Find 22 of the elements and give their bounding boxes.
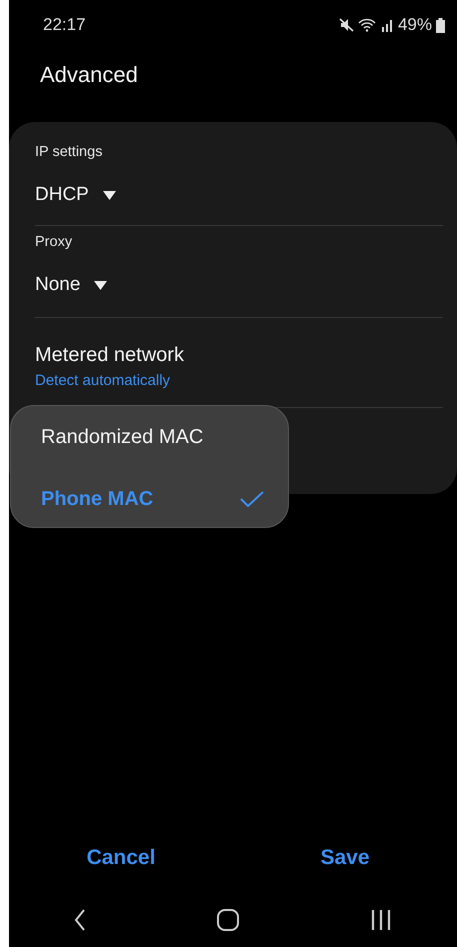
- setting-title[interactable]: Metered network: [35, 340, 184, 370]
- action-button[interactable]: Cancel: [9, 840, 233, 876]
- page-title: Advanced: [40, 62, 138, 87]
- status-time: 22:17: [43, 14, 86, 36]
- action-button[interactable]: Save: [233, 840, 457, 876]
- setting-label: Proxy: [35, 233, 74, 252]
- recents-icon[interactable]: [370, 909, 392, 931]
- mute-icon: [338, 18, 354, 32]
- battery-icon: [436, 18, 445, 32]
- dropdown-arrow-icon: [94, 280, 108, 290]
- battery-percent: 49%: [398, 14, 432, 36]
- dropdown-arrow-icon: [102, 190, 116, 200]
- check-icon: [240, 490, 264, 508]
- menu-item[interactable]: Randomized MAC: [41, 422, 204, 452]
- dropdown-field[interactable]: None: [35, 270, 108, 300]
- dropdown-field[interactable]: DHCP: [35, 180, 116, 210]
- wifi-icon: [358, 18, 376, 32]
- home-icon[interactable]: [216, 908, 240, 932]
- signal-icon: [380, 18, 394, 32]
- setting-summary: Detect automatically: [35, 371, 170, 391]
- setting-label: IP settings: [35, 143, 104, 162]
- back-icon[interactable]: [74, 909, 86, 931]
